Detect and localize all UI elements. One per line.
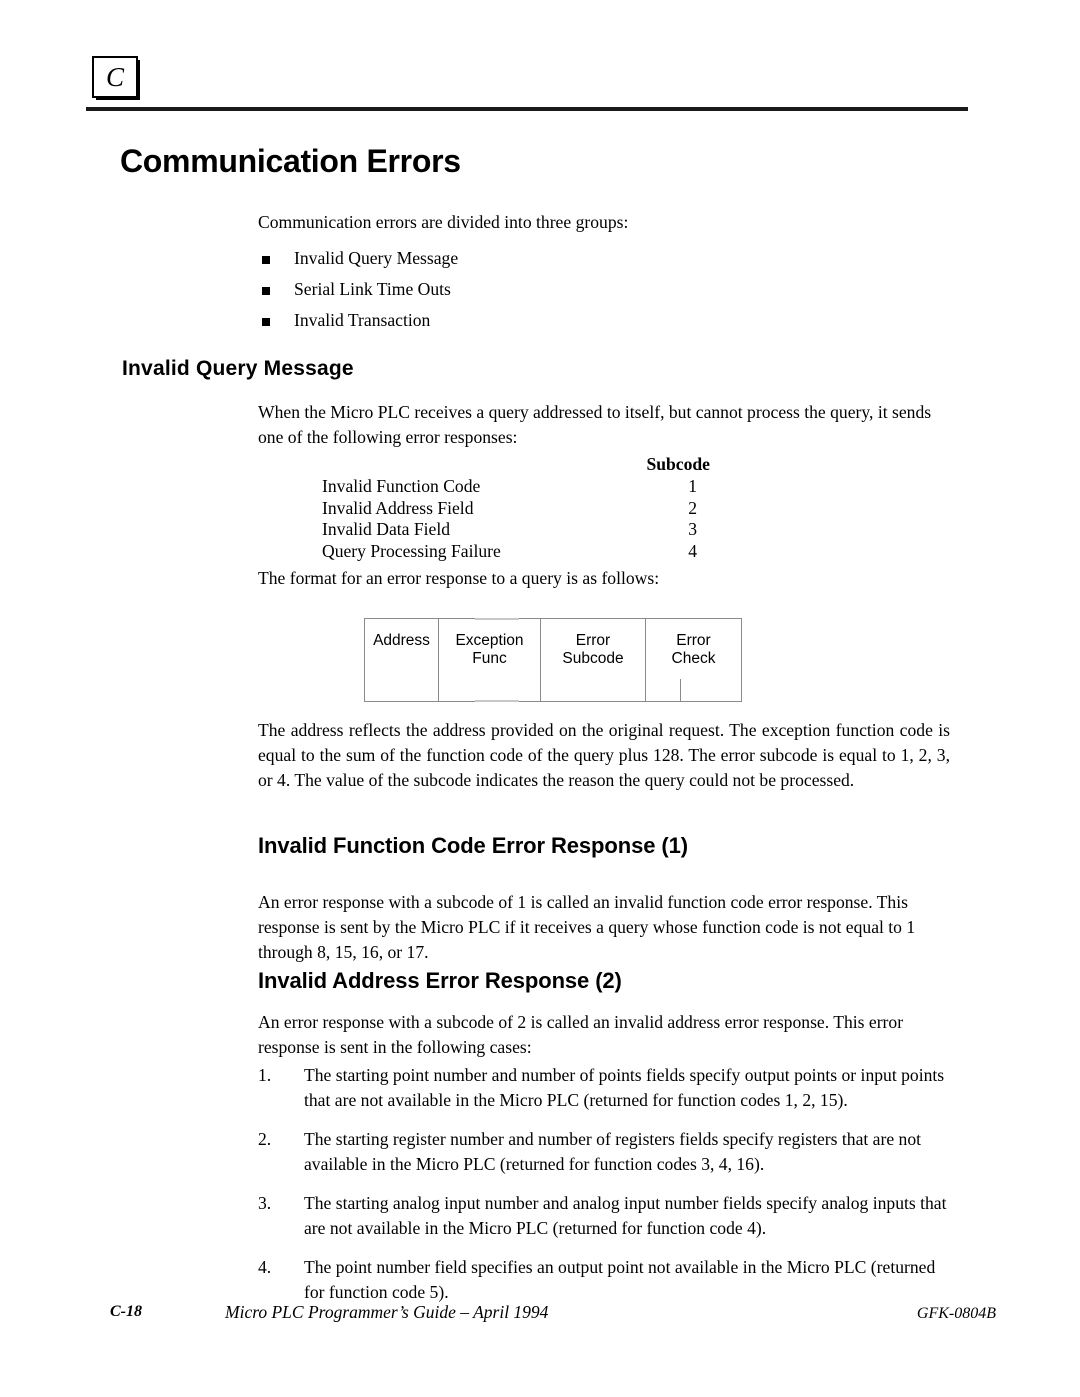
table-cell-name: Invalid Function Code bbox=[322, 476, 481, 496]
list-item: Invalid Transaction bbox=[258, 305, 858, 336]
table-row: Invalid Data Field 3 bbox=[322, 519, 710, 541]
footer-document-title: Micro PLC Programmer’s Guide – April 199… bbox=[225, 1302, 549, 1322]
list-item: 4. The point number field specifies an o… bbox=[258, 1255, 950, 1305]
table-cell-subcode: 3 bbox=[688, 519, 697, 539]
list-item-number: 4. bbox=[258, 1257, 272, 1277]
intro-lead-paragraph: Communication errors are divided into th… bbox=[258, 212, 629, 232]
frame-cell-error-subcode: Error Subcode bbox=[541, 619, 646, 701]
header-divider-rule bbox=[86, 107, 968, 111]
format-intro-paragraph: The format for an error response to a qu… bbox=[258, 568, 660, 588]
section-heading-invalid-address: Invalid Address Error Response (2) bbox=[258, 968, 622, 993]
page-title: Communication Errors bbox=[120, 143, 461, 179]
frame-cell-check-line2: Check bbox=[671, 650, 716, 667]
frame-cell-exception-line1: Exception bbox=[455, 632, 524, 649]
frame-cell-check-line1: Error bbox=[676, 632, 711, 649]
chapter-letter: C bbox=[105, 61, 124, 92]
list-item-text: The point number field specifies an outp… bbox=[304, 1257, 936, 1302]
table-row: Query Processing Failure 4 bbox=[322, 541, 710, 563]
frame-cell-subcode-line1: Error bbox=[575, 632, 611, 649]
footer-page-number: C-18 bbox=[110, 1303, 142, 1320]
frame-cell-address-label: Address bbox=[373, 632, 430, 649]
invalid-function-code-paragraph: An error response with a subcode of 1 is… bbox=[258, 892, 916, 962]
list-item-label: Invalid Transaction bbox=[294, 310, 431, 330]
list-item: 3. The starting analog input number and … bbox=[258, 1191, 950, 1241]
section-heading-invalid-function-code: Invalid Function Code Error Response (1) bbox=[258, 833, 688, 858]
frame-cell-error-check: Error Check bbox=[646, 619, 741, 701]
subcode-table: Subcode Invalid Function Code 1 Invalid … bbox=[322, 452, 710, 562]
list-item: Serial Link Time Outs bbox=[258, 274, 858, 305]
column-header-subcode: Subcode bbox=[646, 454, 710, 474]
frame-cell-exception-line2: Func bbox=[472, 650, 507, 667]
error-response-frame-diagram: Address Exception Func Error Subcode Err… bbox=[364, 618, 742, 702]
table-cell-name: Query Processing Failure bbox=[322, 540, 501, 561]
table-cell-subcode: 1 bbox=[688, 476, 697, 496]
invalid-query-message-paragraph: When the Micro PLC receives a query addr… bbox=[258, 402, 932, 447]
list-item-number: 1. bbox=[258, 1065, 272, 1085]
list-item-text: The starting register number and number … bbox=[304, 1129, 922, 1174]
chapter-tab-marker: C bbox=[92, 56, 140, 100]
table-cell-name: Invalid Address Field bbox=[322, 497, 474, 518]
list-item-text: The starting analog input number and ana… bbox=[304, 1193, 947, 1238]
invalid-address-cases-list: 1. The starting point number and number … bbox=[258, 1063, 950, 1319]
list-item: Invalid Query Message bbox=[258, 243, 858, 274]
table-row: Invalid Function Code 1 bbox=[322, 476, 710, 498]
frame-cell-exception-func: Exception Func bbox=[439, 619, 541, 701]
list-item-label: Serial Link Time Outs bbox=[294, 279, 451, 299]
square-bullet-icon bbox=[262, 287, 270, 295]
square-bullet-icon bbox=[262, 256, 270, 264]
invalid-address-paragraph: An error response with a subcode of 2 is… bbox=[258, 1012, 904, 1057]
chapter-tab-box: C bbox=[92, 56, 138, 98]
frame-cell-subcode-line2: Subcode bbox=[562, 650, 624, 667]
footer-document-code: GFK-0804B bbox=[916, 1305, 996, 1322]
document-page: C Communication Errors Communication err… bbox=[0, 0, 1080, 1397]
table-cell-subcode: 2 bbox=[688, 497, 697, 518]
frame-cell-address: Address bbox=[365, 619, 439, 701]
list-item-label: Invalid Query Message bbox=[294, 248, 459, 268]
table-cell-subcode: 4 bbox=[688, 540, 697, 561]
list-item: 1. The starting point number and number … bbox=[258, 1063, 950, 1113]
section-heading-invalid-query-message: Invalid Query Message bbox=[122, 357, 354, 380]
square-bullet-icon bbox=[262, 318, 270, 326]
list-item: 2. The starting register number and numb… bbox=[258, 1127, 950, 1177]
table-header-row: Subcode bbox=[322, 452, 710, 476]
table-row: Invalid Address Field 2 bbox=[322, 498, 710, 520]
list-item-text: The starting point number and number of … bbox=[304, 1065, 945, 1110]
page-footer: C-18 Micro PLC Programmer’s Guide – Apri… bbox=[0, 1300, 1080, 1330]
error-group-bullet-list: Invalid Query Message Serial Link Time O… bbox=[258, 243, 858, 336]
list-item-number: 3. bbox=[258, 1193, 272, 1213]
table-cell-name: Invalid Data Field bbox=[322, 519, 451, 539]
frame-cell-divider-tick bbox=[680, 679, 681, 701]
frame-explanation-paragraph: The address reflects the address provide… bbox=[258, 720, 950, 790]
list-item-number: 2. bbox=[258, 1129, 272, 1149]
